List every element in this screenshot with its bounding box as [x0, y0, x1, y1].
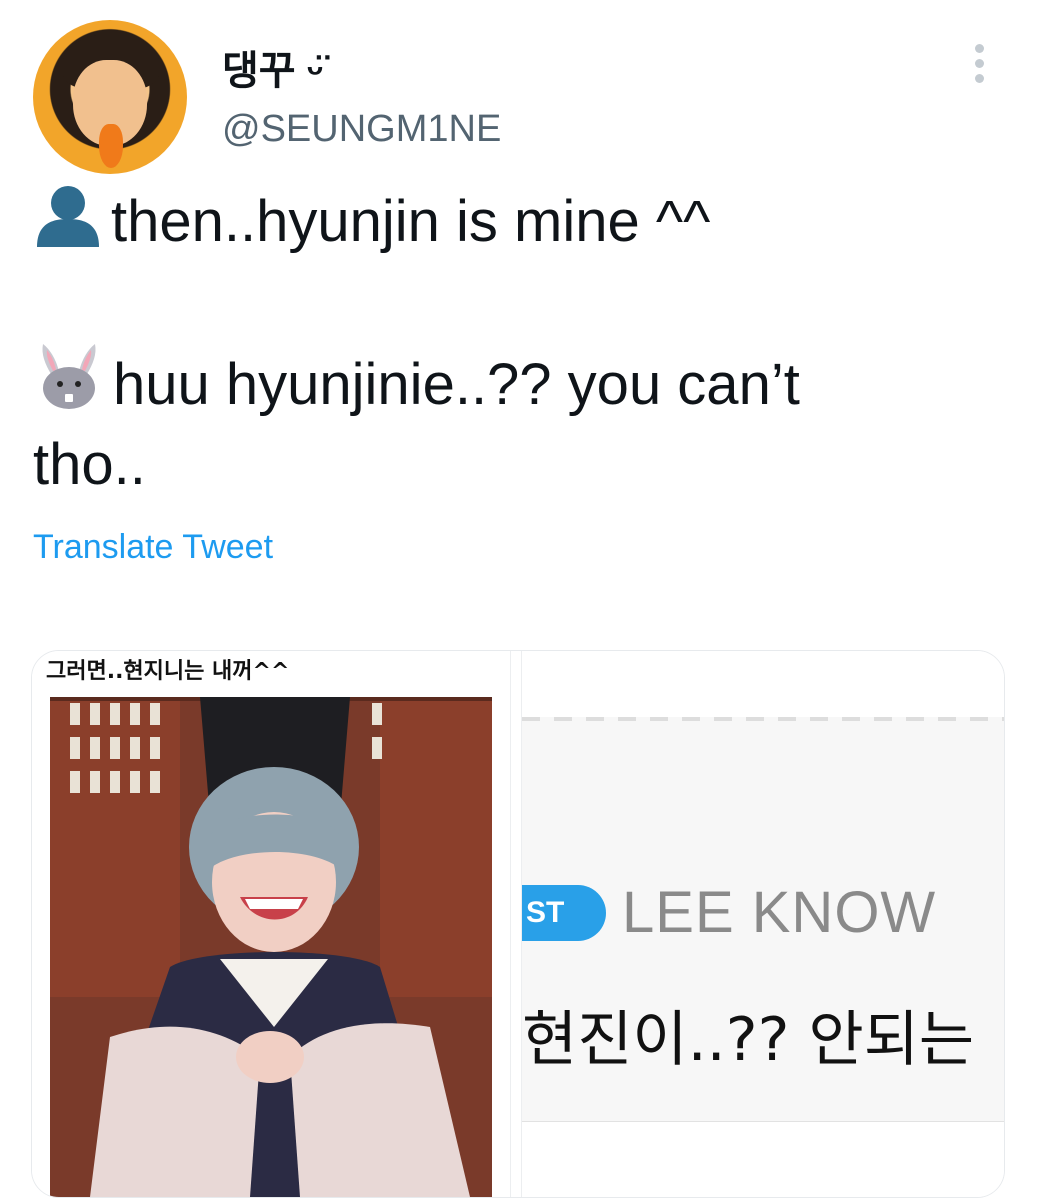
tweet-line-3: tho.. — [33, 432, 146, 497]
screenshot-top — [522, 651, 1004, 717]
bust-in-silhouette-icon — [37, 186, 99, 247]
meme-photo — [50, 697, 492, 1197]
tweet-line-1: then..hyunjin is mine ^^ — [111, 189, 711, 254]
user-handle[interactable]: @SEUNGM1NE — [222, 108, 501, 151]
korean-message: 현진이..?? 안되는 — [522, 1005, 975, 1075]
tweet-line: then..hyunjin is mine ^^ — [33, 182, 993, 262]
media-image-left[interactable]: 그러면..현지니는 내꺼^^ — [32, 651, 510, 1197]
media-grid[interactable]: 그러면..현지니는 내꺼^^ ST LEE KNOW 현진이..?? 안되는 — [31, 650, 1005, 1198]
screenshot-bottom — [522, 1121, 1004, 1197]
tweet-line: huu hyunjinie..?? you can’t — [33, 342, 993, 425]
translate-tweet-link[interactable]: Translate Tweet — [33, 528, 273, 567]
display-name[interactable]: 댕꾸 ᵕ̈ — [222, 38, 323, 96]
carrot-icon — [99, 124, 123, 168]
badge-label: ST — [522, 885, 606, 941]
media-image-right[interactable]: ST LEE KNOW 현진이..?? 안되는 — [522, 651, 1004, 1197]
rabbit-face-icon — [42, 344, 96, 409]
member-name: LEE KNOW — [622, 880, 937, 945]
media-divider — [510, 651, 522, 1197]
profile-avatar[interactable] — [33, 20, 187, 174]
tweet-line-2: huu hyunjinie..?? you can’t — [113, 352, 800, 417]
more-options-icon[interactable] — [968, 44, 990, 88]
meme-photo-graphic — [50, 697, 492, 1197]
tweet-body: then..hyunjin is mine ^^ huu hyunjinie..… — [33, 182, 993, 505]
screenshot-dashes — [522, 717, 1004, 721]
meme-caption: 그러면..현지니는 내꺼^^ — [46, 659, 290, 684]
